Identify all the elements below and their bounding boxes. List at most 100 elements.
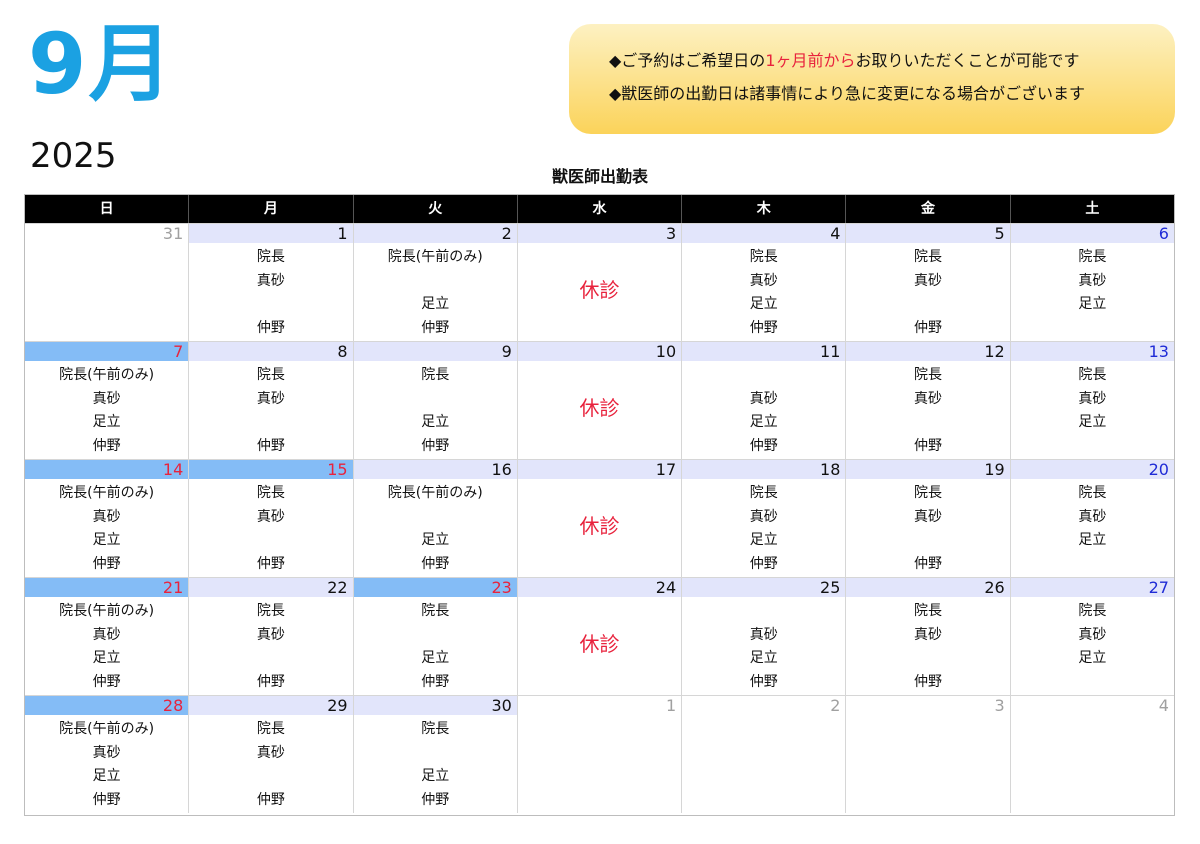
calendar-grid: 日 月 火 水 木 金 土 31 1 院長 真砂 仲野 2 院長(午前のみ) 足立 仲野 3 休診 4…	[24, 194, 1175, 816]
calendar-day-cell: 1	[516, 695, 682, 813]
staff-name: 院長	[1078, 485, 1107, 501]
calendar-day-cell: 19 院長 真砂 仲野	[845, 459, 1010, 577]
staff-name: 真砂	[749, 390, 778, 407]
staff-name: 仲野	[914, 437, 943, 454]
calendar-week-row: 31 1 院長 真砂 仲野 2 院長(午前のみ) 足立 仲野 3 休診 4 院長 真砂 足立 仲野 5 院長 真砂仲…	[25, 223, 1174, 341]
day-number: 6	[1010, 224, 1174, 243]
notice-line-booking: ◆ご予約はご希望日の1ヶ月前からお取りいただくことが可能です	[609, 44, 1175, 77]
staff-name: 院長	[256, 721, 285, 737]
calendar-day-cell: 4	[1009, 695, 1174, 813]
day-number: 28	[25, 696, 189, 715]
weekday-header-tue: 火	[352, 195, 517, 223]
staff-list: 院長(午前のみ) 真砂 足立 仲野	[25, 479, 188, 577]
staff-name: 仲野	[92, 555, 121, 572]
staff-name: 足立	[749, 532, 778, 548]
staff-name: 真砂	[1078, 390, 1107, 407]
calendar-day-cell: 6 院長 真砂 足立	[1009, 223, 1174, 341]
day-number: 9	[353, 342, 517, 361]
staff-list: 院長(午前のみ) 真砂 足立 仲野	[25, 715, 188, 813]
notice-line-booking-post: お取りいただくことが可能です	[855, 51, 1080, 70]
staff-name: 仲野	[749, 555, 778, 572]
staff-name: 足立	[92, 650, 121, 666]
staff-name: 真砂	[1078, 626, 1107, 643]
staff-name: 院長	[256, 249, 285, 265]
calendar-day-cell: 13 院長 真砂 足立	[1009, 341, 1174, 459]
staff-name: 足立	[749, 650, 778, 666]
calendar-day-cell: 30 院長 足立 仲野	[352, 695, 517, 813]
staff-name: 真砂	[256, 272, 285, 289]
staff-name: 足立	[92, 414, 121, 430]
day-number: 31	[25, 224, 189, 243]
day-number: 19	[846, 460, 1010, 479]
closed-label: 休診	[579, 277, 620, 302]
staff-list: 院長(午前のみ) 足立 仲野	[354, 243, 517, 341]
day-number: 24	[517, 578, 682, 597]
staff-name: 真砂	[256, 390, 285, 407]
calendar-day-cell: 4 院長 真砂 足立 仲野	[681, 223, 846, 341]
staff-name: 仲野	[256, 555, 285, 572]
calendar-day-cell: 2 院長(午前のみ) 足立 仲野	[352, 223, 517, 341]
staff-list: 院長 真砂 足立	[1011, 243, 1174, 341]
staff-list: 院長 真砂 足立	[1011, 361, 1174, 459]
staff-list: 院長 真砂 足立 仲野	[682, 243, 845, 341]
calendar-day-cell: 26 院長 真砂 仲野	[845, 577, 1010, 695]
staff-name: 足立	[421, 532, 450, 548]
staff-name: 仲野	[421, 791, 450, 808]
staff-name: 院長	[1078, 603, 1107, 619]
calendar-day-cell: 24 休診	[516, 577, 682, 695]
calendar-day-cell: 31	[25, 223, 189, 341]
day-number: 23	[353, 578, 517, 597]
day-number: 11	[682, 342, 846, 361]
calendar-day-cell: 3 休診	[516, 223, 682, 341]
staff-name: 仲野	[749, 673, 778, 690]
day-number: 1	[189, 224, 353, 243]
day-number: 3	[846, 696, 1010, 715]
day-number: 1	[517, 696, 682, 715]
calendar-day-cell: 12 院長 真砂 仲野	[845, 341, 1010, 459]
staff-name: 仲野	[256, 791, 285, 808]
staff-list: 院長 真砂 仲野	[189, 243, 352, 341]
staff-name: 真砂	[256, 508, 285, 525]
staff-name: 真砂	[92, 744, 121, 761]
staff-list: 院長 真砂 仲野	[846, 361, 1009, 459]
staff-name: 院長(午前のみ)	[59, 721, 155, 737]
staff-name: 足立	[1078, 532, 1107, 548]
staff-name: 真砂	[256, 626, 285, 643]
calendar-day-cell: 27 院長 真砂 足立	[1009, 577, 1174, 695]
staff-list: 院長(午前のみ) 真砂 足立 仲野	[25, 597, 188, 695]
staff-name: 院長	[914, 249, 943, 265]
weekday-header-row: 日 月 火 水 木 金 土	[25, 195, 1174, 223]
staff-name: 院長	[256, 485, 285, 501]
day-number: 20	[1010, 460, 1174, 479]
staff-name: 院長	[1078, 249, 1107, 265]
day-number: 10	[517, 342, 682, 361]
closed-label: 休診	[579, 395, 620, 420]
staff-name: 仲野	[749, 437, 778, 454]
day-number: 27	[1010, 578, 1174, 597]
staff-list: 院長 真砂 仲野	[189, 715, 352, 813]
calendar-day-cell: 3	[845, 695, 1010, 813]
calendar-day-cell: 5 院長 真砂 仲野	[845, 223, 1010, 341]
calendar-day-cell: 9 院長 足立 仲野	[352, 341, 517, 459]
day-number: 15	[189, 460, 353, 479]
staff-list: 真砂 足立 仲野	[682, 361, 845, 459]
calendar-day-cell: 15 院長真砂仲野	[188, 459, 353, 577]
calendar-day-cell: 25 真砂 足立 仲野	[681, 577, 846, 695]
staff-list: 院長 足立 仲野	[354, 361, 517, 459]
notice-line-booking-pre: ◆ご予約はご希望日の	[609, 51, 766, 70]
staff-name: 足立	[421, 768, 450, 784]
staff-name: 仲野	[256, 437, 285, 454]
staff-name: 院長(午前のみ)	[387, 249, 483, 265]
weekday-header-thu: 木	[681, 195, 845, 223]
staff-list: 院長 真砂 仲野	[846, 597, 1009, 695]
calendar-day-cell: 23 院長 足立 仲野	[352, 577, 517, 695]
calendar-week-row: 7 院長(午前のみ) 真砂 足立 仲野 8 院長 真砂 仲野 9 院長 足立 仲野 10 休診 11 真砂 足立仲…	[25, 341, 1174, 459]
staff-name: 仲野	[421, 555, 450, 572]
calendar-day-cell: 17 休診	[516, 459, 682, 577]
staff-name: 院長	[914, 603, 943, 619]
staff-name: 仲野	[256, 319, 285, 336]
closed-label: 休診	[579, 631, 620, 656]
staff-name: 仲野	[92, 791, 121, 808]
staff-name: 足立	[749, 414, 778, 430]
staff-name: 院長	[421, 367, 450, 383]
